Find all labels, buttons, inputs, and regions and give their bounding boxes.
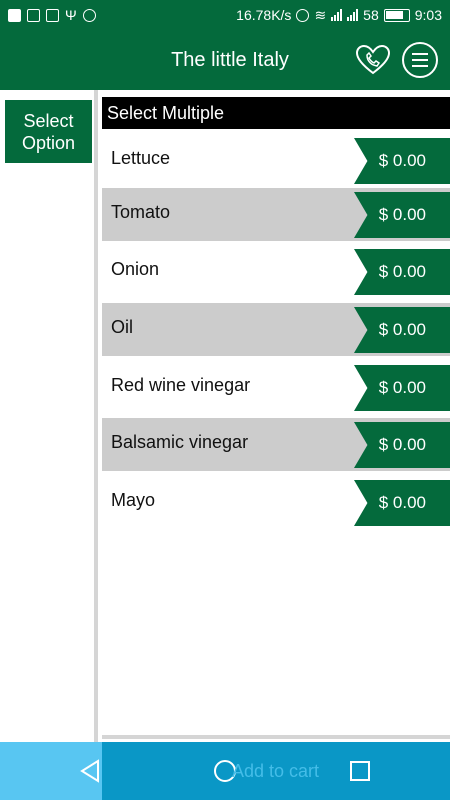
list-item[interactable]: Mayo $ 0.00: [102, 476, 450, 529]
image-icon: [46, 8, 59, 22]
wifi-icon: ≋: [314, 6, 327, 23]
item-label: Oil: [111, 316, 133, 337]
list-item[interactable]: Lettuce $ 0.00: [102, 134, 450, 187]
system-nav-bar: Add to cart: [0, 742, 450, 800]
back-icon[interactable]: [78, 758, 104, 784]
facebook-icon: [8, 8, 21, 22]
price-tag: $ 0.00: [354, 249, 450, 295]
gmail-icon: [27, 8, 40, 22]
status-icons-left: Ψ: [8, 7, 96, 23]
select-option-button[interactable]: Select Option: [5, 100, 92, 163]
list-item[interactable]: Balsamic vinegar $ 0.00: [102, 418, 450, 471]
category-sidebar: Select Option: [0, 90, 98, 742]
app-header: The little Italy: [0, 30, 450, 90]
item-label: Balsamic vinegar: [111, 431, 249, 452]
price-tag: $ 0.00: [354, 138, 450, 184]
list-item[interactable]: Oil $ 0.00: [102, 303, 450, 356]
recents-icon[interactable]: [350, 761, 370, 781]
signal-icon-2: [347, 9, 359, 21]
status-bar: Ψ 16.78K/s ≋ 58 9:03: [0, 0, 450, 30]
alarm-icon: [296, 8, 310, 22]
option-list: Select Multiple Lettuce $ 0.00 Tomato $ …: [102, 97, 450, 742]
usb-icon: Ψ: [65, 7, 77, 23]
heart-phone-icon: [355, 44, 391, 75]
price-tag: $ 0.00: [354, 192, 450, 238]
smiley-icon: [82, 8, 96, 22]
item-label: Onion: [111, 258, 160, 279]
list-item[interactable]: Tomato $ 0.00: [102, 188, 450, 241]
item-label: Tomato: [111, 201, 171, 222]
item-label: Lettuce: [111, 147, 171, 168]
battery-percent: 58: [363, 7, 379, 23]
item-label: Mayo: [111, 489, 156, 510]
price-tag: $ 0.00: [354, 307, 450, 353]
price-tag: $ 0.00: [354, 365, 450, 411]
network-speed: 16.78K/s: [236, 7, 292, 23]
item-label: Red wine vinegar: [111, 374, 251, 395]
list-divider: [102, 735, 450, 739]
hamburger-icon-line: [412, 53, 428, 55]
list-item[interactable]: Red wine vinegar $ 0.00: [102, 361, 450, 414]
menu-button[interactable]: [402, 42, 438, 78]
favorites-button[interactable]: [354, 42, 392, 78]
hamburger-icon-line: [412, 65, 428, 67]
list-header: Select Multiple: [102, 97, 450, 129]
list-item[interactable]: Onion $ 0.00: [102, 245, 450, 298]
add-to-cart-button[interactable]: Add to cart: [232, 758, 319, 784]
status-icons-right: 16.78K/s ≋ 58 9:03: [236, 7, 442, 24]
battery-icon: [383, 8, 410, 22]
clock: 9:03: [414, 7, 442, 23]
select-option-label: Select Option: [21, 110, 76, 153]
price-tag: $ 0.00: [354, 422, 450, 468]
signal-icon: [331, 9, 343, 21]
hamburger-icon-line: [412, 59, 428, 61]
price-tag: $ 0.00: [354, 480, 450, 526]
